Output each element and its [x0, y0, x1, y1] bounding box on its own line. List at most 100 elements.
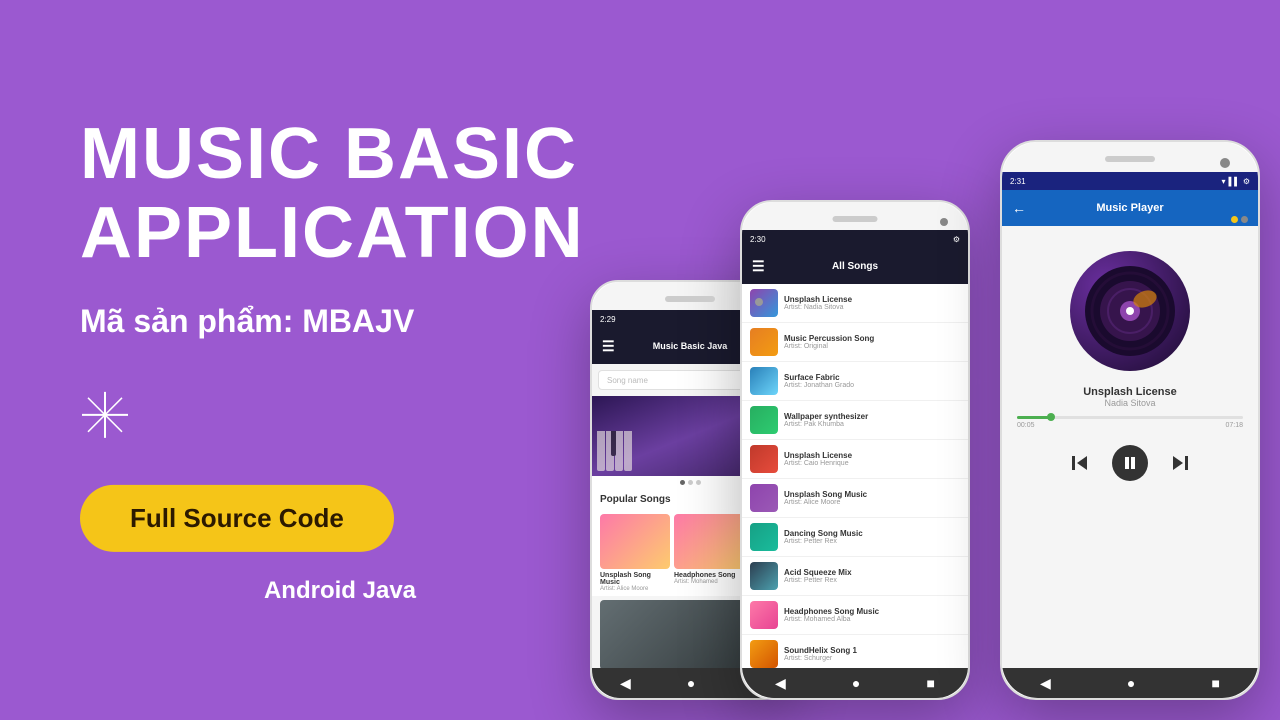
song-thumb-3: [750, 367, 778, 395]
phone3-prev-button[interactable]: [1068, 451, 1092, 475]
phones-container: 2:29 ⚙ ☰ Music Basic Java Song name: [560, 40, 1280, 720]
song-info-10: SoundHelix Song 1 Artist: Schurger: [784, 646, 960, 662]
song-artist-5: Artist: Caio Henrique: [784, 460, 960, 467]
main-title: MUSIC BASIC APPLICATION: [80, 115, 600, 273]
phone2-toolbar-title: All Songs: [832, 261, 878, 272]
phone3-speaker: [1105, 156, 1155, 162]
phone3-indicator-dots: [1231, 216, 1248, 223]
phone3-song-artist: Nadia Sitova: [1017, 398, 1243, 408]
song-item-4[interactable]: Wallpaper synthesizer Artist: Pak Khumba: [742, 401, 968, 440]
phone3-status-icons: ▾ ▌▌ ⚙: [1221, 177, 1250, 186]
song-item-6[interactable]: Unsplash Song Music Artist: Alice Moore: [742, 479, 968, 518]
phone3-camera: [1220, 158, 1230, 168]
phone2-menu-icon: ☰: [752, 258, 765, 275]
song-artist-6: Artist: Alice Moore: [784, 499, 960, 506]
phone3-next-button[interactable]: [1168, 451, 1192, 475]
phone1-back-btn[interactable]: ◀: [620, 675, 631, 692]
phone3-toolbar: ← Music Player: [1002, 190, 1258, 226]
popular-thumb-2: [674, 514, 744, 569]
song-artist-1: Artist: Nadia Sitova: [784, 304, 960, 311]
phone3-total-time: 07:18: [1225, 422, 1243, 429]
song-title-8: Acid Squeeze Mix: [784, 568, 960, 577]
popular-item-1: Unsplash Song Music Artist: Alice Moore: [600, 514, 670, 592]
phone3-album-art-inner: [1070, 251, 1190, 371]
phone3-gear-icon: ⚙: [1243, 177, 1250, 186]
phone3-android-nav: ◀ ● ■: [1002, 668, 1258, 698]
popular-thumb-1: [600, 514, 670, 569]
song-artist-10: Artist: Schurger: [784, 655, 960, 662]
song-info-4: Wallpaper synthesizer Artist: Pak Khumba: [784, 412, 960, 428]
phone2-android-nav: ◀ ● ■: [742, 668, 968, 698]
song-info-7: Dancing Song Music Artist: Petter Rex: [784, 529, 960, 545]
song-title-10: SoundHelix Song 1: [784, 646, 960, 655]
song-item-9[interactable]: Headphones Song Music Artist: Mohamed Al…: [742, 596, 968, 635]
phone3-song-title: Unsplash License: [1017, 386, 1243, 398]
phone2-time: 2:30: [750, 235, 766, 244]
song-title-4: Wallpaper synthesizer: [784, 412, 960, 421]
phone1-home-btn[interactable]: ●: [687, 675, 695, 691]
song-thumb-7: [750, 523, 778, 551]
song-info-8: Acid Squeeze Mix Artist: Petter Rex: [784, 568, 960, 584]
song-title-3: Surface Fabric: [784, 373, 960, 382]
left-panel: MUSIC BASIC APPLICATION Mã sản phẩm: MBA…: [80, 115, 600, 605]
popular-artist-2: Artist: Mohamed: [674, 579, 744, 585]
phone3-nav-back[interactable]: ◀: [1040, 675, 1051, 692]
song-item-8[interactable]: Acid Squeeze Mix Artist: Petter Rex: [742, 557, 968, 596]
phone2-camera: [940, 218, 948, 226]
sparkle-icon: [80, 390, 130, 440]
song-title-6: Unsplash Song Music: [784, 490, 960, 499]
phone3-nav-home[interactable]: ●: [1127, 675, 1135, 691]
song-item-1[interactable]: Unsplash License Artist: Nadia Sitova: [742, 284, 968, 323]
star-decoration: [80, 390, 600, 445]
pause-icon: [1122, 455, 1138, 471]
song-item-5[interactable]: Unsplash License Artist: Caio Henrique: [742, 440, 968, 479]
phone3-song-details: Unsplash License Nadia Sitova: [1002, 386, 1258, 408]
full-source-code-button[interactable]: Full Source Code: [80, 485, 394, 552]
phone2-back-btn[interactable]: ◀: [775, 675, 786, 692]
phone-mockup-2: 2:30 ⚙ ☰ All Songs Unsplash License Arti…: [740, 200, 970, 700]
phone3-time-labels: 00:05 07:18: [1017, 422, 1243, 429]
song-title-1: Unsplash License: [784, 295, 960, 304]
title-line1: MUSIC BASIC: [80, 114, 578, 194]
song-artist-9: Artist: Mohamed Alba: [784, 616, 960, 623]
song-thumb-5: [750, 445, 778, 473]
phone3-album-art: [1070, 251, 1190, 371]
song-title-7: Dancing Song Music: [784, 529, 960, 538]
song-title-5: Unsplash License: [784, 451, 960, 460]
phone3-progress-container: 00:05 07:18: [1002, 408, 1258, 437]
phone3-nav-recents[interactable]: ■: [1211, 675, 1219, 691]
phone2-recents-btn[interactable]: ■: [926, 675, 934, 691]
popular-item-2: Headphones Song Artist: Mohamed: [674, 514, 744, 592]
phone3-signal-icon: ▌▌: [1228, 177, 1239, 186]
song-artist-8: Artist: Petter Rex: [784, 577, 960, 584]
popular-song-title-1: Unsplash Song Music: [600, 572, 670, 586]
song-thumb-6: [750, 484, 778, 512]
song-info-5: Unsplash License Artist: Caio Henrique: [784, 451, 960, 467]
song-info-9: Headphones Song Music Artist: Mohamed Al…: [784, 607, 960, 623]
phone2-speaker: [833, 216, 878, 222]
song-item-3[interactable]: Surface Fabric Artist: Jonathan Grado: [742, 362, 968, 401]
song-info-6: Unsplash Song Music Artist: Alice Moore: [784, 490, 960, 506]
song-item-2[interactable]: Music Percussion Song Artist: Original: [742, 323, 968, 362]
phone3-back-icon[interactable]: ←: [1012, 200, 1026, 216]
popular-artist-1: Artist: Alice Moore: [600, 586, 670, 592]
phone1-time: 2:29: [600, 315, 616, 324]
song-thumb-9: [750, 601, 778, 629]
phone2-gear-icon: ⚙: [953, 235, 960, 244]
song-item-7[interactable]: Dancing Song Music Artist: Petter Rex: [742, 518, 968, 557]
phone3-toolbar-title: Music Player: [1096, 202, 1163, 214]
phone3-album-section: [1002, 226, 1258, 371]
popular-song-title-2: Headphones Song: [674, 572, 744, 579]
subtitle-android-java: Android Java: [80, 577, 600, 605]
phone3-dot-inactive: [1241, 216, 1248, 223]
phone3-player-controls: [1002, 437, 1258, 489]
phone3-progress-bar[interactable]: [1017, 416, 1243, 419]
song-artist-2: Artist: Original: [784, 343, 960, 350]
next-icon: [1170, 453, 1190, 473]
song-thumb-4: [750, 406, 778, 434]
phone3-status-bar: 2:31 ▾ ▌▌ ⚙: [1002, 172, 1258, 190]
phone3-pause-button[interactable]: [1112, 445, 1148, 481]
phone2-home-btn[interactable]: ●: [852, 675, 860, 691]
song-info-2: Music Percussion Song Artist: Original: [784, 334, 960, 350]
song-artist-4: Artist: Pak Khumba: [784, 421, 960, 428]
